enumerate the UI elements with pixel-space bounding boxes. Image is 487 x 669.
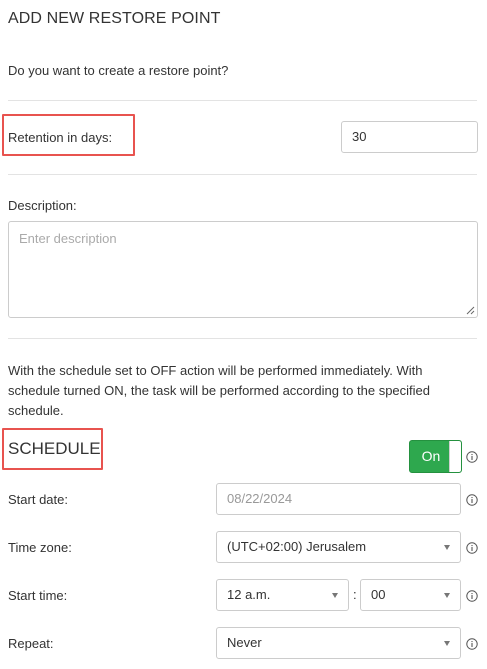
repeat-label: Repeat: [8, 636, 54, 651]
time-zone-value: (UTC+02:00) Jerusalem [227, 539, 367, 554]
schedule-toggle[interactable]: On [409, 440, 462, 473]
description-textarea[interactable]: Enter description [8, 221, 478, 318]
info-icon[interactable] [466, 590, 478, 602]
schedule-note: With the schedule set to OFF action will… [8, 363, 431, 418]
divider [8, 100, 477, 101]
schedule-title: SCHEDULE [8, 439, 101, 458]
toggle-label: On [421, 448, 441, 464]
info-icon[interactable] [466, 542, 478, 554]
info-icon[interactable] [466, 494, 478, 506]
resize-grip-icon[interactable] [465, 305, 475, 315]
time-separator: : [353, 587, 357, 602]
dialog-title: ADD NEW RESTORE POINT [8, 10, 221, 27]
start-minute-value: 00 [371, 587, 386, 602]
start-hour-value: 12 a.m. [227, 587, 271, 602]
chevron-down-icon [444, 593, 450, 598]
info-icon[interactable] [466, 638, 478, 650]
chevron-down-icon [332, 593, 338, 598]
divider [8, 174, 477, 175]
start-time-label: Start time: [8, 588, 68, 603]
retention-label: Retention in days: [8, 130, 113, 145]
time-zone-select[interactable]: (UTC+02:00) Jerusalem [216, 531, 461, 563]
start-hour-select[interactable]: 12 a.m. [216, 579, 349, 611]
repeat-select[interactable]: Never [216, 627, 461, 659]
start-minute-select[interactable]: 00 [360, 579, 461, 611]
info-icon[interactable] [466, 451, 478, 463]
divider [8, 338, 477, 339]
repeat-value: Never [227, 635, 262, 650]
toggle-knob[interactable] [449, 441, 461, 472]
start-date-input[interactable]: 08/22/2024 [216, 483, 461, 515]
time-zone-label: Time zone: [8, 540, 72, 555]
start-date-label: Start date: [8, 492, 68, 507]
description-label: Description: [8, 198, 77, 213]
retention-days-input[interactable]: 30 [341, 121, 478, 153]
dialog-question: Do you want to create a restore point? [8, 63, 229, 78]
description-placeholder: Enter description [19, 231, 117, 246]
chevron-down-icon [444, 641, 450, 646]
chevron-down-icon [444, 545, 450, 550]
